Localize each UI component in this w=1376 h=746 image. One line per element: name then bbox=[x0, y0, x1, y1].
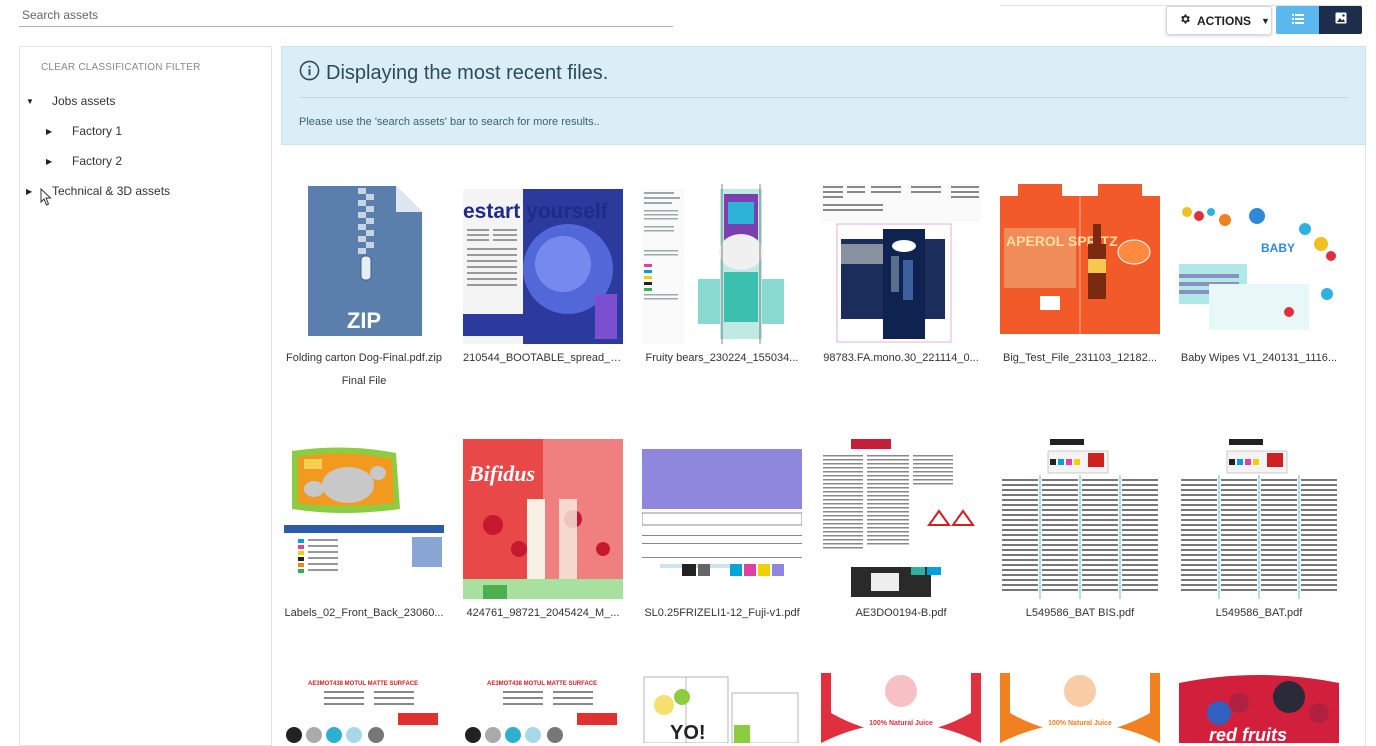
caret-right-icon[interactable]: ▶ bbox=[46, 157, 66, 166]
asset-thumbnail[interactable] bbox=[1000, 439, 1160, 599]
info-icon bbox=[299, 60, 320, 87]
gear-icon bbox=[1179, 13, 1191, 28]
asset-tag: Final File bbox=[341, 375, 387, 387]
asset-thumbnail[interactable]: ZIP bbox=[284, 184, 444, 344]
asset-filename[interactable]: L549586_BAT BIS.pdf bbox=[1000, 607, 1160, 619]
assets-panel: Displaying the most recent files. Please… bbox=[281, 46, 1366, 746]
asset-filename[interactable]: Fruity bears_230224_155034... bbox=[642, 352, 802, 364]
tree-item-label: Technical & 3D assets bbox=[52, 184, 171, 198]
zip-icon-label: ZIP bbox=[347, 308, 381, 333]
classification-sidebar: CLEAR CLASSIFICATION FILTER ▼ Jobs asset… bbox=[19, 46, 272, 746]
asset-tile[interactable]: AE3DO0194-B.pdf bbox=[821, 439, 981, 629]
asset-thumbnail[interactable] bbox=[1179, 439, 1339, 599]
asset-thumbnail[interactable]: red fruits bbox=[1179, 673, 1339, 743]
tree-item-label: Factory 1 bbox=[72, 124, 123, 138]
asset-thumbnail[interactable]: Bifidus bbox=[463, 439, 623, 599]
asset-thumbnail[interactable]: AE3MOT438 MOTUL MATTE SURFACE bbox=[463, 673, 623, 743]
asset-tile[interactable]: L549586_BAT BIS.pdf bbox=[1000, 439, 1160, 629]
asset-thumbnail[interactable]: 100% Natural Juice bbox=[1000, 673, 1160, 743]
banner-title: Displaying the most recent files. bbox=[299, 60, 608, 87]
asset-filename[interactable]: Baby Wipes V1_240131_1116... bbox=[1179, 352, 1339, 364]
asset-thumbnail[interactable] bbox=[821, 184, 981, 344]
asset-filename[interactable]: AE3DO0194-B.pdf bbox=[821, 607, 981, 619]
top-bar: Search assets ACTIONS ▼ bbox=[0, 0, 1376, 42]
asset-filename[interactable]: 424761_98721_2045424_M_... bbox=[463, 607, 623, 619]
asset-thumbnail[interactable]: AE3MOT438 MOTUL MATTE SURFACE bbox=[284, 673, 444, 743]
thumb-headline: AE3MOT438 MOTUL MATTE SURFACE bbox=[487, 681, 597, 687]
asset-thumbnail[interactable] bbox=[642, 184, 802, 344]
tree-item-label: Jobs assets bbox=[52, 94, 116, 108]
asset-tile[interactable]: Labels_02_Front_Back_23060... bbox=[284, 439, 444, 629]
thumb-headline: estart yourself bbox=[463, 200, 609, 223]
tree-item-label: Factory 2 bbox=[72, 154, 123, 168]
asset-filename[interactable]: 210544_BOOTABLE_spread_0... bbox=[463, 352, 623, 364]
thumb-headline: red fruits bbox=[1209, 725, 1287, 743]
asset-thumbnail[interactable] bbox=[821, 439, 981, 599]
asset-filename[interactable]: Labels_02_Front_Back_23060... bbox=[284, 607, 444, 619]
list-icon bbox=[1291, 11, 1304, 29]
asset-tile[interactable]: AE3MOT438 MOTUL MATTE SURFACE bbox=[284, 673, 444, 743]
caret-right-icon[interactable]: ▶ bbox=[46, 127, 66, 136]
divider bbox=[299, 97, 1348, 98]
actions-button[interactable]: ACTIONS ▼ bbox=[1166, 6, 1272, 35]
asset-filename[interactable]: Big_Test_File_231103_12182... bbox=[1000, 352, 1160, 364]
thumb-headline: Bifidus bbox=[468, 461, 535, 486]
asset-tile[interactable]: BABY Baby Wipes V1_240131_1116... bbox=[1179, 184, 1339, 374]
tree-item-factory-2[interactable]: ▶ Factory 2 bbox=[46, 154, 122, 168]
thumb-headline: BABY bbox=[1261, 241, 1295, 255]
banner-title-text: Displaying the most recent files. bbox=[326, 62, 609, 84]
asset-tile[interactable]: 100% Natural Juice bbox=[1000, 673, 1160, 743]
actions-label: ACTIONS bbox=[1197, 13, 1251, 28]
tree-item-factory-1[interactable]: ▶ Factory 1 bbox=[46, 124, 122, 138]
asset-thumbnail[interactable]: YO! bbox=[642, 673, 802, 743]
info-banner: Displaying the most recent files. Please… bbox=[281, 46, 1366, 145]
asset-tile[interactable]: L549586_BAT.pdf bbox=[1179, 439, 1339, 629]
asset-thumbnail[interactable]: 100% Natural Juice bbox=[821, 673, 981, 743]
banner-subtitle: Please use the 'search assets' bar to se… bbox=[299, 116, 600, 128]
list-view-button[interactable] bbox=[1276, 6, 1319, 34]
asset-thumbnail[interactable] bbox=[284, 439, 444, 599]
asset-thumbnail[interactable]: estart yourself bbox=[463, 184, 623, 344]
asset-filename[interactable]: SL0.25FRIZELI1-12_Fuji-v1.pdf bbox=[642, 607, 802, 619]
asset-tile[interactable]: red fruits bbox=[1179, 673, 1339, 743]
asset-tile[interactable]: AE3MOT438 MOTUL MATTE SURFACE bbox=[463, 673, 623, 743]
tree-item-jobs-assets[interactable]: ▼ Jobs assets bbox=[26, 94, 115, 108]
asset-thumbnail[interactable]: APEROL SPRITZ bbox=[1000, 184, 1160, 344]
asset-tile[interactable]: YO! bbox=[642, 673, 802, 743]
asset-filename[interactable]: 98783.FA.mono.30_221114_0... bbox=[821, 352, 981, 364]
caret-down-icon: ▼ bbox=[1261, 15, 1270, 26]
image-view-button[interactable] bbox=[1319, 6, 1362, 34]
thumb-headline: YO! bbox=[670, 722, 706, 743]
asset-tile[interactable]: 98783.FA.mono.30_221114_0... bbox=[821, 184, 981, 374]
search-input[interactable]: Search assets bbox=[19, 3, 673, 27]
asset-tile[interactable]: Fruity bears_230224_155034... bbox=[642, 184, 802, 374]
asset-tile[interactable]: ZIP Folding carton Dog-Final.pdf.zip Fin… bbox=[284, 184, 444, 394]
asset-tile[interactable]: Bifidus 424761_98721_2045424_M_... bbox=[463, 439, 623, 629]
asset-filename[interactable]: L549586_BAT.pdf bbox=[1179, 607, 1339, 619]
clear-classification-filter-link[interactable]: CLEAR CLASSIFICATION FILTER bbox=[41, 62, 201, 73]
thumb-headline: 100% Natural Juice bbox=[869, 720, 933, 727]
asset-thumbnail[interactable]: BABY bbox=[1179, 184, 1339, 344]
caret-down-icon[interactable]: ▼ bbox=[26, 97, 46, 106]
asset-tile[interactable]: 100% Natural Juice bbox=[821, 673, 981, 743]
asset-tile[interactable]: SL0.25FRIZELI1-12_Fuji-v1.pdf bbox=[642, 439, 802, 629]
asset-tile[interactable]: APEROL SPRITZ Big_Test_File_231103_12182… bbox=[1000, 184, 1160, 374]
thumb-headline: 100% Natural Juice bbox=[1048, 720, 1112, 727]
asset-tile[interactable]: estart yourself 210544_BOOTABLE_spread_0… bbox=[463, 184, 623, 374]
image-icon bbox=[1335, 11, 1347, 29]
mouse-pointer-icon bbox=[40, 187, 52, 206]
asset-filename[interactable]: Folding carton Dog-Final.pdf.zip bbox=[284, 352, 444, 364]
asset-thumbnail[interactable] bbox=[642, 439, 802, 599]
thumb-headline: AE3MOT438 MOTUL MATTE SURFACE bbox=[308, 681, 418, 687]
